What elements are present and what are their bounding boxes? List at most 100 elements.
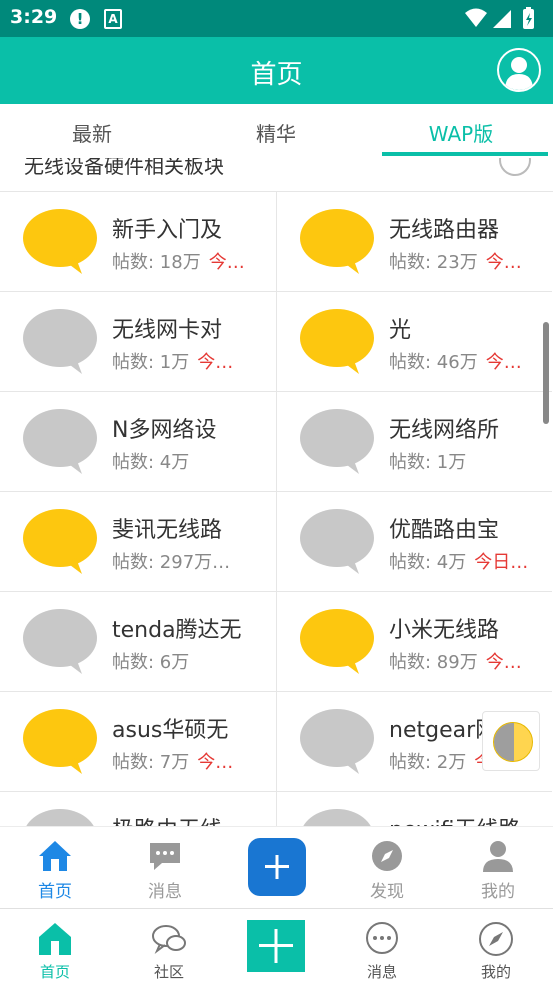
tab-wap[interactable]: WAP版 <box>369 118 553 147</box>
forum-post-count: 帖数: 297万… <box>112 552 231 573</box>
forum-meta: 帖数: 89万 今… <box>389 648 539 674</box>
page-title: 首页 <box>250 60 303 90</box>
nav1-home[interactable]: 首页 <box>0 827 110 910</box>
forum-post-count: 帖数: 1万 <box>389 452 467 473</box>
nav2-home[interactable]: 首页 <box>0 909 110 984</box>
forum-meta: 帖数: 18万 今… <box>112 248 262 274</box>
forum-post-count: 帖数: 6万 <box>112 652 190 673</box>
compass-icon <box>372 841 402 871</box>
tab-indicator <box>382 152 548 156</box>
forum-post-count: 帖数: 1万 <box>112 352 190 373</box>
section-header-row[interactable]: 无线设备硬件相关板块 <box>0 158 553 192</box>
forum-post-count: 帖数: 89万 <box>389 652 478 673</box>
tab-bar: 最新 精华 WAP版 <box>0 104 553 158</box>
nav2-home-label: 首页 <box>39 963 70 981</box>
publish-add-button[interactable] <box>247 920 305 972</box>
forum-today-count: 今… <box>197 752 234 773</box>
forum-meta: 帖数: 297万… <box>112 548 262 574</box>
tab-latest[interactable]: 最新 <box>0 118 184 147</box>
scrollbar[interactable] <box>543 322 549 424</box>
forum-cell[interactable]: 无线网卡对 帖数: 1万 今… <box>0 292 276 392</box>
forum-name: N多网络设 <box>112 418 217 443</box>
signal-icon <box>493 10 511 28</box>
moon-icon <box>493 722 533 762</box>
forum-post-count: 帖数: 4万 <box>112 452 190 473</box>
forum-cell[interactable]: N多网络设帖数: 4万 <box>0 392 276 492</box>
forum-cell[interactable]: newifi无线路 <box>276 792 552 826</box>
nav1-mine[interactable]: 我的 <box>443 827 553 910</box>
forum-bubble-icon <box>300 209 374 274</box>
forum-list[interactable]: 无线设备硬件相关板块 新手入门及 帖数: 18万 今… 无线路由器 帖数: 23万 今… 无… <box>0 158 553 826</box>
forum-cell[interactable]: 光帖数: 46万 今… <box>276 292 552 392</box>
compass-icon <box>479 922 513 956</box>
forum-bubble-icon <box>26 809 94 826</box>
forum-cell[interactable]: tenda腾达无 帖数: 6万 <box>0 592 276 692</box>
forum-name: 无线网络所 <box>389 418 500 443</box>
forum-post-count: 帖数: 18万 <box>112 252 201 273</box>
forum-today-count: 今… <box>485 252 522 273</box>
forum-bubble-icon <box>23 609 97 674</box>
add-icon <box>265 855 289 879</box>
forum-cell[interactable]: 极路由无线 <box>0 792 276 826</box>
wifi-icon <box>465 8 487 27</box>
nav1-messages[interactable]: 消息 <box>110 827 220 910</box>
system-status-icons <box>465 7 534 29</box>
forum-meta: 帖数: 1万 <box>389 448 539 474</box>
nav1-discover[interactable]: 发现 <box>332 827 442 910</box>
forum-cell[interactable]: 小米无线路帖数: 89万 今… <box>276 592 552 692</box>
nav2-messages-label: 消息 <box>366 963 397 981</box>
forum-post-count: 帖数: 46万 <box>389 352 478 373</box>
avatar-button[interactable] <box>497 48 541 92</box>
forum-cell[interactable]: asus华硕无 帖数: 7万 今… <box>0 692 276 792</box>
forum-today-count: 今… <box>485 652 522 673</box>
forum-cell[interactable]: 无线网络所帖数: 1万 <box>276 392 552 492</box>
forum-bubble-icon <box>300 609 374 674</box>
add-icon <box>259 929 293 963</box>
forum-post-count: 帖数: 2万 <box>389 752 467 773</box>
forum-name: 极路由无线 <box>112 812 262 826</box>
forum-name: 新手入门及 <box>112 218 223 243</box>
nav2-community[interactable]: 社区 <box>114 909 224 984</box>
forum-bubble-icon <box>303 809 371 826</box>
forum-meta: 帖数: 6万 <box>112 648 262 674</box>
tab-featured[interactable]: 精华 <box>184 118 368 147</box>
forum-name: 优酷路由宝 <box>389 518 500 543</box>
forum-meta: 帖数: 46万 今… <box>389 348 539 374</box>
forum-today-count: 今日… <box>474 552 529 573</box>
forum-bubble-icon <box>300 709 374 774</box>
forum-cell[interactable]: 无线路由器 帖数: 23万 今… <box>276 192 552 292</box>
forum-name: 光 <box>389 318 412 343</box>
nav2-mine-label: 我的 <box>480 963 511 981</box>
forum-meta: 帖数: 4万 <box>112 448 262 474</box>
nav2-messages[interactable]: 消息 <box>327 909 437 984</box>
a-notification-icon: A <box>104 9 122 29</box>
nav2-mine[interactable]: 我的 <box>441 909 551 984</box>
forum-bubble-icon <box>23 409 97 474</box>
nav1-messages-label: 消息 <box>148 882 182 902</box>
collapse-icon[interactable] <box>499 158 531 176</box>
night-mode-button[interactable] <box>482 711 540 771</box>
forum-name: newifi无线路 <box>389 812 539 826</box>
app-header: 首页 <box>0 37 553 104</box>
status-bar: 3:29 ! A <box>0 0 553 37</box>
community-icon <box>152 925 186 955</box>
user-icon <box>483 841 513 872</box>
forum-bubble-icon <box>300 309 374 374</box>
forum-meta: 帖数: 23万 今… <box>389 248 539 274</box>
user-avatar-icon <box>505 57 533 90</box>
forum-meta: 帖数: 4万 今日… <box>389 548 539 574</box>
forum-name: 无线网卡对 <box>112 318 223 343</box>
forum-bubble-icon <box>300 409 374 474</box>
status-time: 3:29 <box>10 6 58 28</box>
forum-cell[interactable]: 斐讯无线路帖数: 297万… <box>0 492 276 592</box>
post-add-button[interactable] <box>248 838 306 896</box>
forum-cell[interactable]: 新手入门及帖数: 18万 今… <box>0 192 276 292</box>
nav1-mine-label: 我的 <box>481 882 515 902</box>
home-icon <box>39 923 71 955</box>
chat-icon <box>366 922 398 954</box>
forum-bubble-icon <box>23 209 97 274</box>
bottom-nav-secondary: 首页 社区 消息 我的 <box>0 909 553 984</box>
forum-name: 斐讯无线路 <box>112 518 223 543</box>
forum-name: 小米无线路 <box>389 618 500 643</box>
forum-cell[interactable]: 优酷路由宝帖数: 4万 今日… <box>276 492 552 592</box>
